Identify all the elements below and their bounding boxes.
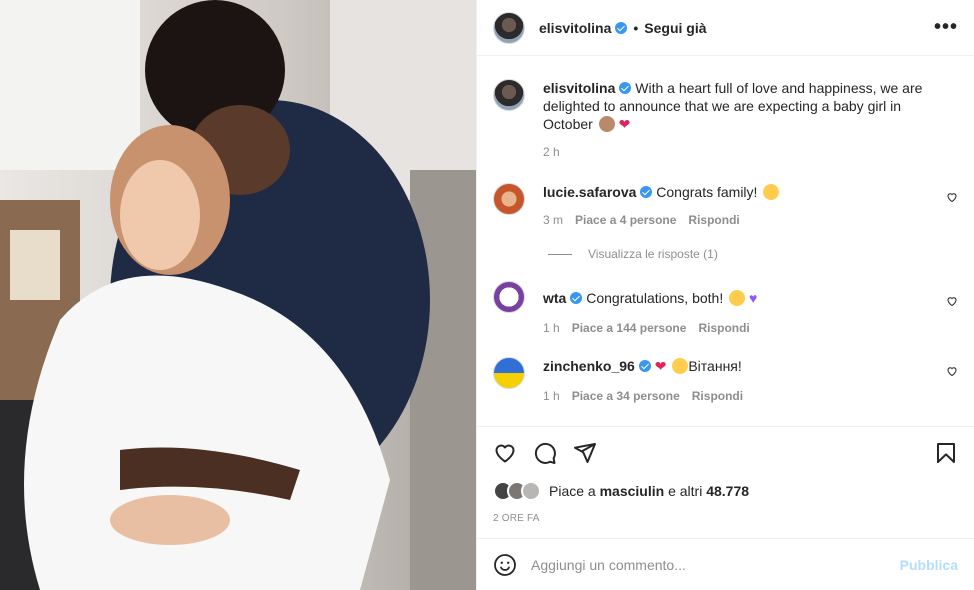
smiling-hearts-emoji-icon [729, 290, 746, 306]
comment-likes[interactable]: Piace a 144 persone [572, 321, 687, 335]
comment-text: Congratulations, both! [586, 290, 724, 306]
verified-icon [570, 292, 583, 304]
replies-line [548, 253, 572, 255]
likes-suffix: e altri [668, 483, 703, 499]
post-actions: Piace a masciulin e altri 48.778 2 ORE F… [477, 426, 974, 524]
heart-icon[interactable] [493, 441, 517, 465]
reply-button[interactable]: Rispondi [688, 213, 739, 227]
comment-text: Congrats family! [656, 184, 758, 200]
emoji-icon[interactable] [493, 553, 517, 577]
liker-username[interactable]: masciulin [600, 483, 665, 499]
comment-text: Вітання! [688, 358, 742, 374]
reply-button[interactable]: Rispondi [698, 321, 749, 335]
commenter-avatar[interactable] [493, 281, 525, 313]
raising-hands-emoji-icon [672, 358, 689, 374]
red-heart-emoji-icon: ❤ [654, 358, 667, 374]
comment-likes[interactable]: Piace a 34 persone [572, 389, 680, 403]
heart-eyes-emoji-icon [763, 184, 780, 200]
verified-icon [619, 82, 632, 94]
verified-icon [638, 360, 651, 372]
publish-button[interactable]: Pubblica [900, 557, 958, 573]
commenter-username[interactable]: lucie.safarova [543, 184, 636, 200]
view-replies[interactable]: Visualizza le risposte (1) [548, 247, 958, 261]
purple-heart-emoji-icon: ♥ [749, 290, 758, 306]
commenter-username[interactable]: wta [543, 290, 566, 306]
comments-list[interactable]: elisvitolina With a heart full of love a… [477, 57, 974, 425]
add-comment-bar: Pubblica [477, 538, 974, 590]
comment-time: 1 h [543, 389, 560, 403]
save-icon[interactable] [934, 441, 958, 465]
comment-time: 3 m [543, 213, 564, 227]
like-comment-icon[interactable] [946, 365, 958, 377]
comment-item: wta Congratulations, both! ♥ 1 h Piace a… [493, 281, 958, 335]
post-time-ago[interactable]: 2 ORE FA [493, 513, 958, 524]
share-icon[interactable] [573, 441, 597, 465]
action-icons [493, 441, 958, 465]
post-dialog: elisvitolina • Segui già ••• elisvitolin… [0, 0, 974, 590]
more-options-icon[interactable]: ••• [934, 16, 958, 39]
verified-icon [640, 186, 653, 198]
view-replies-label[interactable]: Visualizza le risposte (1) [588, 247, 718, 261]
red-heart-emoji-icon: ❤ [618, 116, 631, 132]
baby-emoji-icon [598, 116, 615, 132]
comment-likes[interactable]: Piace a 4 persone [575, 213, 676, 227]
comment-time: 1 h [543, 321, 560, 335]
comment-item: zinchenko_96 ❤ Вітання! 1 h Piace a 34 p… [493, 357, 958, 403]
caption: elisvitolina With a heart full of love a… [493, 79, 958, 159]
post-header: elisvitolina • Segui già ••• [477, 0, 974, 56]
comment-item: lucie.safarova Congrats family! 3 m Piac… [493, 183, 958, 227]
like-comment-icon[interactable] [946, 191, 958, 203]
author-username[interactable]: elisvitolina [539, 20, 611, 36]
post-photo[interactable] [0, 0, 476, 590]
follow-button[interactable]: Segui già [644, 20, 706, 36]
reply-button[interactable]: Rispondi [692, 389, 743, 403]
photo-image [0, 0, 476, 590]
caption-username[interactable]: elisvitolina [543, 80, 615, 96]
commenter-username[interactable]: zinchenko_96 [543, 358, 635, 374]
likes-summary: Piace a masciulin e altri 48.778 [493, 481, 958, 501]
likes-count[interactable]: 48.778 [706, 483, 749, 499]
likes-prefix: Piace a [549, 483, 596, 499]
likers-avatars[interactable] [493, 481, 541, 501]
post-panel: elisvitolina • Segui già ••• elisvitolin… [476, 0, 974, 590]
comment-input[interactable] [531, 556, 900, 573]
author-avatar[interactable] [493, 11, 525, 44]
commenter-avatar[interactable] [493, 183, 525, 215]
like-comment-icon[interactable] [946, 295, 958, 307]
caption-avatar[interactable] [493, 79, 525, 111]
separator-dot: • [633, 19, 639, 36]
verified-icon [615, 21, 628, 34]
commenter-avatar[interactable] [493, 357, 525, 389]
comment-icon[interactable] [533, 441, 557, 465]
caption-time: 2 h [543, 145, 560, 159]
